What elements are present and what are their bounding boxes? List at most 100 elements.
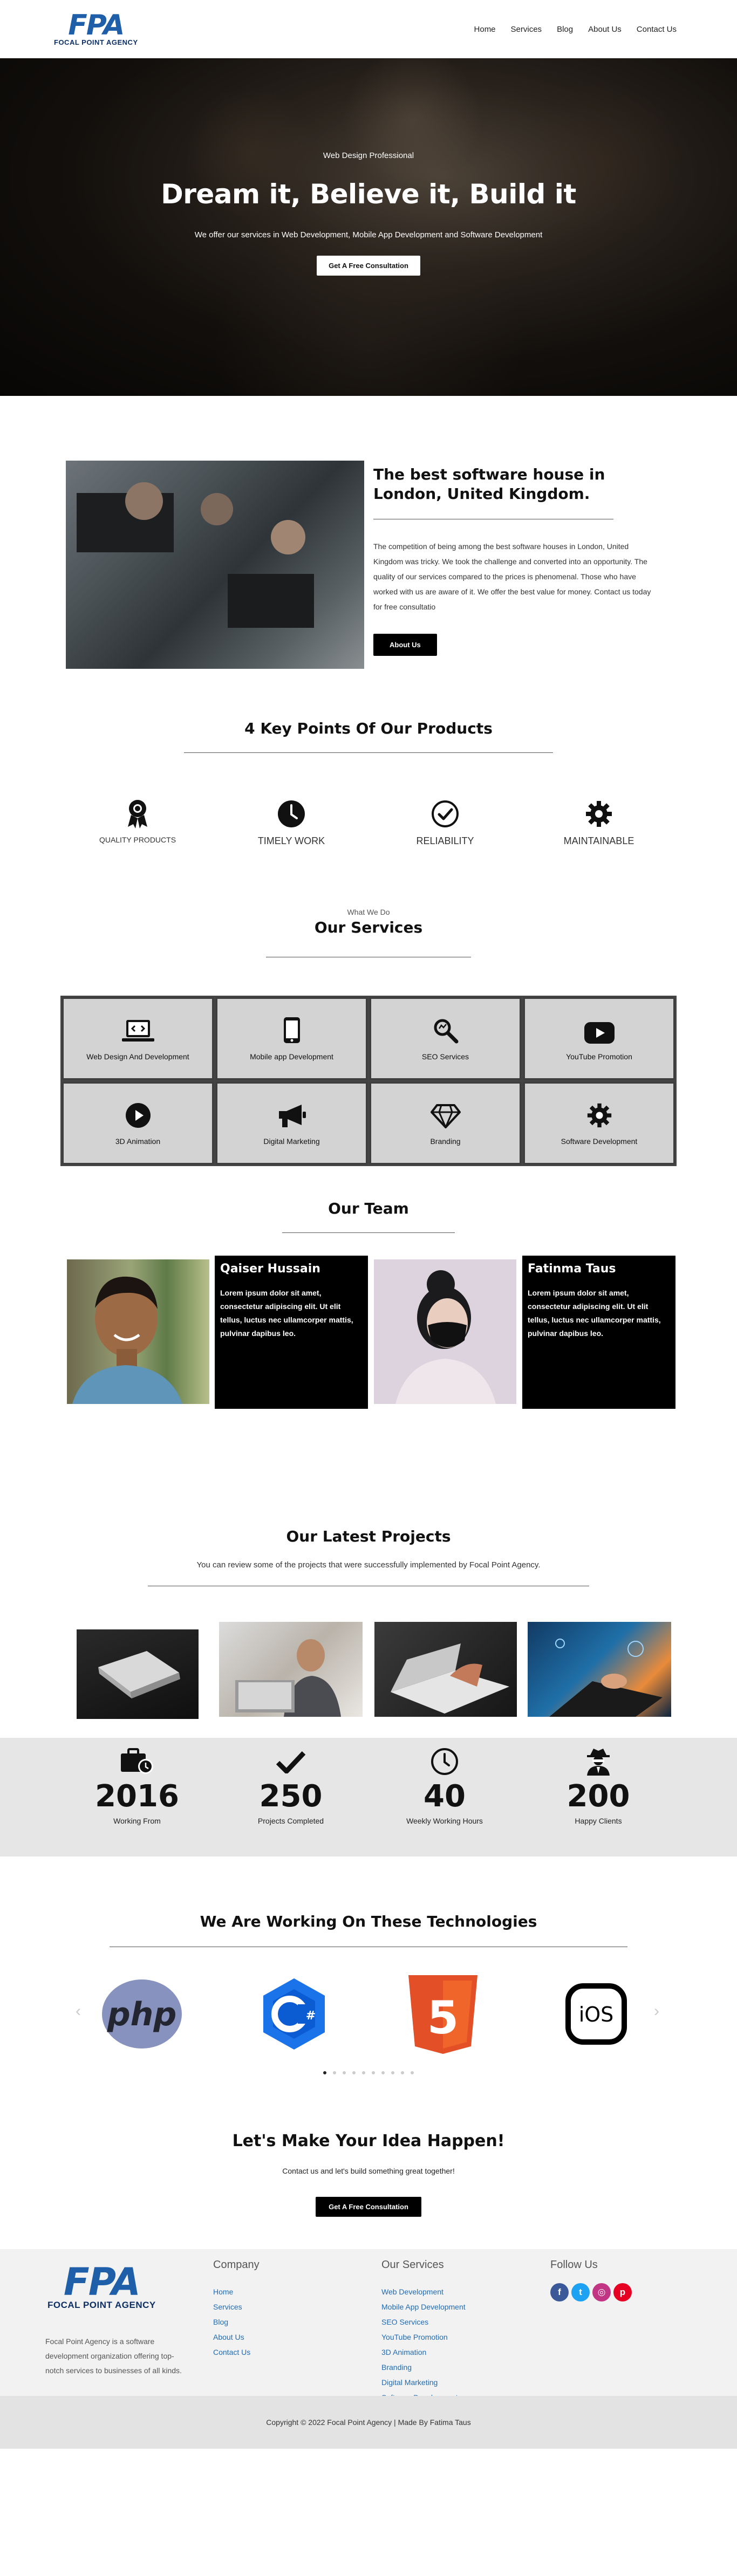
project-thumbnail[interactable] bbox=[374, 1622, 517, 1717]
member-name: Fatinma Taus bbox=[528, 1262, 616, 1276]
hero-kicker: Web Design Professional bbox=[323, 151, 414, 160]
team-title: Our Team bbox=[328, 1200, 409, 1217]
carousel-next-button[interactable]: › bbox=[654, 2002, 659, 2020]
stat-value: 40 bbox=[424, 1779, 466, 1814]
mobile-icon bbox=[283, 1017, 301, 1044]
service-card-seo[interactable]: SEO Services bbox=[370, 997, 521, 1080]
footer-services-column: Our Services Web Development Mobile App … bbox=[381, 2259, 466, 2405]
footer-link-services[interactable]: Services bbox=[213, 2299, 260, 2314]
about-title: The best software house in London, Unite… bbox=[373, 465, 605, 503]
carousel-dot[interactable] bbox=[323, 2071, 326, 2074]
stat-value: 2016 bbox=[95, 1779, 179, 1814]
key-point-label: Maintainable bbox=[563, 835, 634, 846]
footer-link-about-us[interactable]: About Us bbox=[213, 2330, 260, 2345]
briefcase-clock-icon bbox=[78, 1745, 196, 1778]
carousel-dot[interactable] bbox=[352, 2071, 356, 2074]
footer-link-mobile-app-development[interactable]: Mobile App Development bbox=[381, 2299, 466, 2314]
carousel-dot[interactable] bbox=[333, 2071, 336, 2074]
services-kicker: What We Do bbox=[347, 908, 390, 916]
service-card-web[interactable]: Web Design And Development bbox=[62, 997, 214, 1080]
carousel-dot[interactable] bbox=[391, 2071, 394, 2074]
divider bbox=[184, 752, 553, 753]
facebook-icon[interactable]: f bbox=[550, 2283, 569, 2301]
nav-services[interactable]: Services bbox=[503, 25, 550, 34]
divider bbox=[282, 1232, 455, 1233]
projects-section: Our Latest Projects You can review some … bbox=[0, 1447, 737, 1738]
pinterest-icon[interactable]: p bbox=[613, 2283, 632, 2301]
office-team-photo bbox=[66, 461, 364, 669]
carousel-dot[interactable] bbox=[343, 2071, 346, 2074]
service-label: Web Design And Development bbox=[86, 1052, 189, 1061]
gear-icon bbox=[586, 1101, 612, 1128]
footer-logo[interactable]: FPA FOCAL POINT AGENCY bbox=[47, 2260, 156, 2311]
carousel-dot[interactable] bbox=[381, 2071, 385, 2074]
footer-link-home[interactable]: Home bbox=[213, 2284, 260, 2299]
footer-company-column: Company Home Services Blog About Us Cont… bbox=[213, 2259, 260, 2360]
key-point-reliability: Reliability bbox=[386, 798, 504, 847]
carousel-dot[interactable] bbox=[401, 2071, 404, 2074]
service-label: YouTube Promotion bbox=[566, 1052, 632, 1061]
key-point-label: Reliability bbox=[416, 835, 474, 846]
carousel-dot[interactable] bbox=[362, 2071, 365, 2074]
php-logo-text: php bbox=[107, 1996, 177, 2033]
site-footer: FPA FOCAL POINT AGENCY Focal Point Agenc… bbox=[0, 2249, 737, 2449]
technologies-title: We Are Working On These Technologies bbox=[200, 1913, 537, 1930]
user-secret-icon bbox=[539, 1745, 658, 1778]
member-name: Qaiser Hussain bbox=[220, 1262, 320, 1276]
project-thumbnail[interactable] bbox=[77, 1629, 199, 1719]
footer-link-branding[interactable]: Branding bbox=[381, 2360, 466, 2375]
key-point-timely: Timely Work bbox=[232, 798, 351, 847]
site-header: FPA FOCAL POINT AGENCY Home Services Blo… bbox=[0, 0, 737, 58]
key-points-section: 4 Key Points Of Our Products Quality Pro… bbox=[0, 698, 737, 902]
nav-about-us[interactable]: About Us bbox=[581, 25, 629, 34]
footer-link-web-development[interactable]: Web Development bbox=[381, 2284, 466, 2299]
member-card-fatinma: Fatinma Taus Lorem ipsum dolor sit amet,… bbox=[522, 1256, 675, 1409]
twitter-icon[interactable]: t bbox=[571, 2283, 590, 2301]
member-card-qaiser: Qaiser Hussain Lorem ipsum dolor sit ame… bbox=[215, 1256, 368, 1409]
about-us-button[interactable]: About Us bbox=[373, 634, 437, 656]
key-point-maintainable: Maintainable bbox=[540, 798, 658, 847]
cta-consultation-button[interactable]: Get A Free Consultation bbox=[316, 2197, 421, 2217]
stat-label: Projects Completed bbox=[257, 1817, 324, 1825]
csharp-logo: # bbox=[254, 1976, 335, 2052]
projects-subtitle: You can review some of the projects that… bbox=[196, 1560, 541, 1570]
stat-happy-clients: 200 Happy Clients bbox=[539, 1745, 658, 1825]
check-icon bbox=[231, 1745, 350, 1778]
stat-projects-completed: 250 Projects Completed bbox=[231, 1745, 350, 1825]
footer-follow-column: Follow Us f t ◎ p bbox=[550, 2259, 632, 2301]
nav-contact-us[interactable]: Contact Us bbox=[629, 25, 684, 34]
logo-mark: FPA bbox=[63, 2260, 141, 2304]
about-section: The best software house in London, Unite… bbox=[0, 396, 737, 698]
gem-icon bbox=[430, 1101, 461, 1128]
logo-text: FOCAL POINT AGENCY bbox=[54, 38, 138, 46]
site-logo[interactable]: FPA FOCAL POINT AGENCY bbox=[54, 11, 138, 46]
footer-link-contact-us[interactable]: Contact Us bbox=[213, 2345, 260, 2360]
service-label: Mobile app Development bbox=[250, 1052, 333, 1061]
nav-blog[interactable]: Blog bbox=[549, 25, 581, 34]
footer-link-3d-animation[interactable]: 3D Animation bbox=[381, 2345, 466, 2360]
footer-column-title: Our Services bbox=[381, 2259, 444, 2271]
instagram-icon[interactable]: ◎ bbox=[592, 2283, 611, 2301]
footer-link-blog[interactable]: Blog bbox=[213, 2314, 260, 2330]
footer-link-youtube-promotion[interactable]: YouTube Promotion bbox=[381, 2330, 466, 2345]
carousel-dot[interactable] bbox=[411, 2071, 414, 2074]
carousel-dot[interactable] bbox=[372, 2071, 375, 2074]
service-card-youtube[interactable]: YouTube Promotion bbox=[523, 997, 675, 1080]
carousel-prev-button[interactable]: ‹ bbox=[76, 2002, 81, 2020]
hero-title: Dream it, Believe it, Build it bbox=[161, 179, 576, 210]
nav-home[interactable]: Home bbox=[467, 25, 503, 34]
project-thumbnail[interactable] bbox=[528, 1622, 671, 1717]
copyright-bar: Copyright © 2022 Focal Point Agency | Ma… bbox=[0, 2396, 737, 2449]
laptop-code-icon bbox=[121, 1017, 154, 1044]
cta-title: Let's Make Your Idea Happen! bbox=[232, 2132, 505, 2150]
project-thumbnail[interactable] bbox=[219, 1622, 363, 1717]
service-card-mobile[interactable]: Mobile app Development bbox=[216, 997, 367, 1080]
footer-link-digital-marketing[interactable]: Digital Marketing bbox=[381, 2375, 466, 2390]
cta-section: Let's Make Your Idea Happen! Contact us … bbox=[0, 2132, 737, 2249]
stat-value: 200 bbox=[567, 1779, 630, 1814]
hero-consultation-button[interactable]: Get A Free Consultation bbox=[317, 256, 420, 276]
footer-link-seo-services[interactable]: SEO Services bbox=[381, 2314, 466, 2330]
bullhorn-icon bbox=[277, 1101, 307, 1128]
svg-text:#: # bbox=[306, 2009, 316, 2023]
award-icon bbox=[78, 798, 197, 830]
